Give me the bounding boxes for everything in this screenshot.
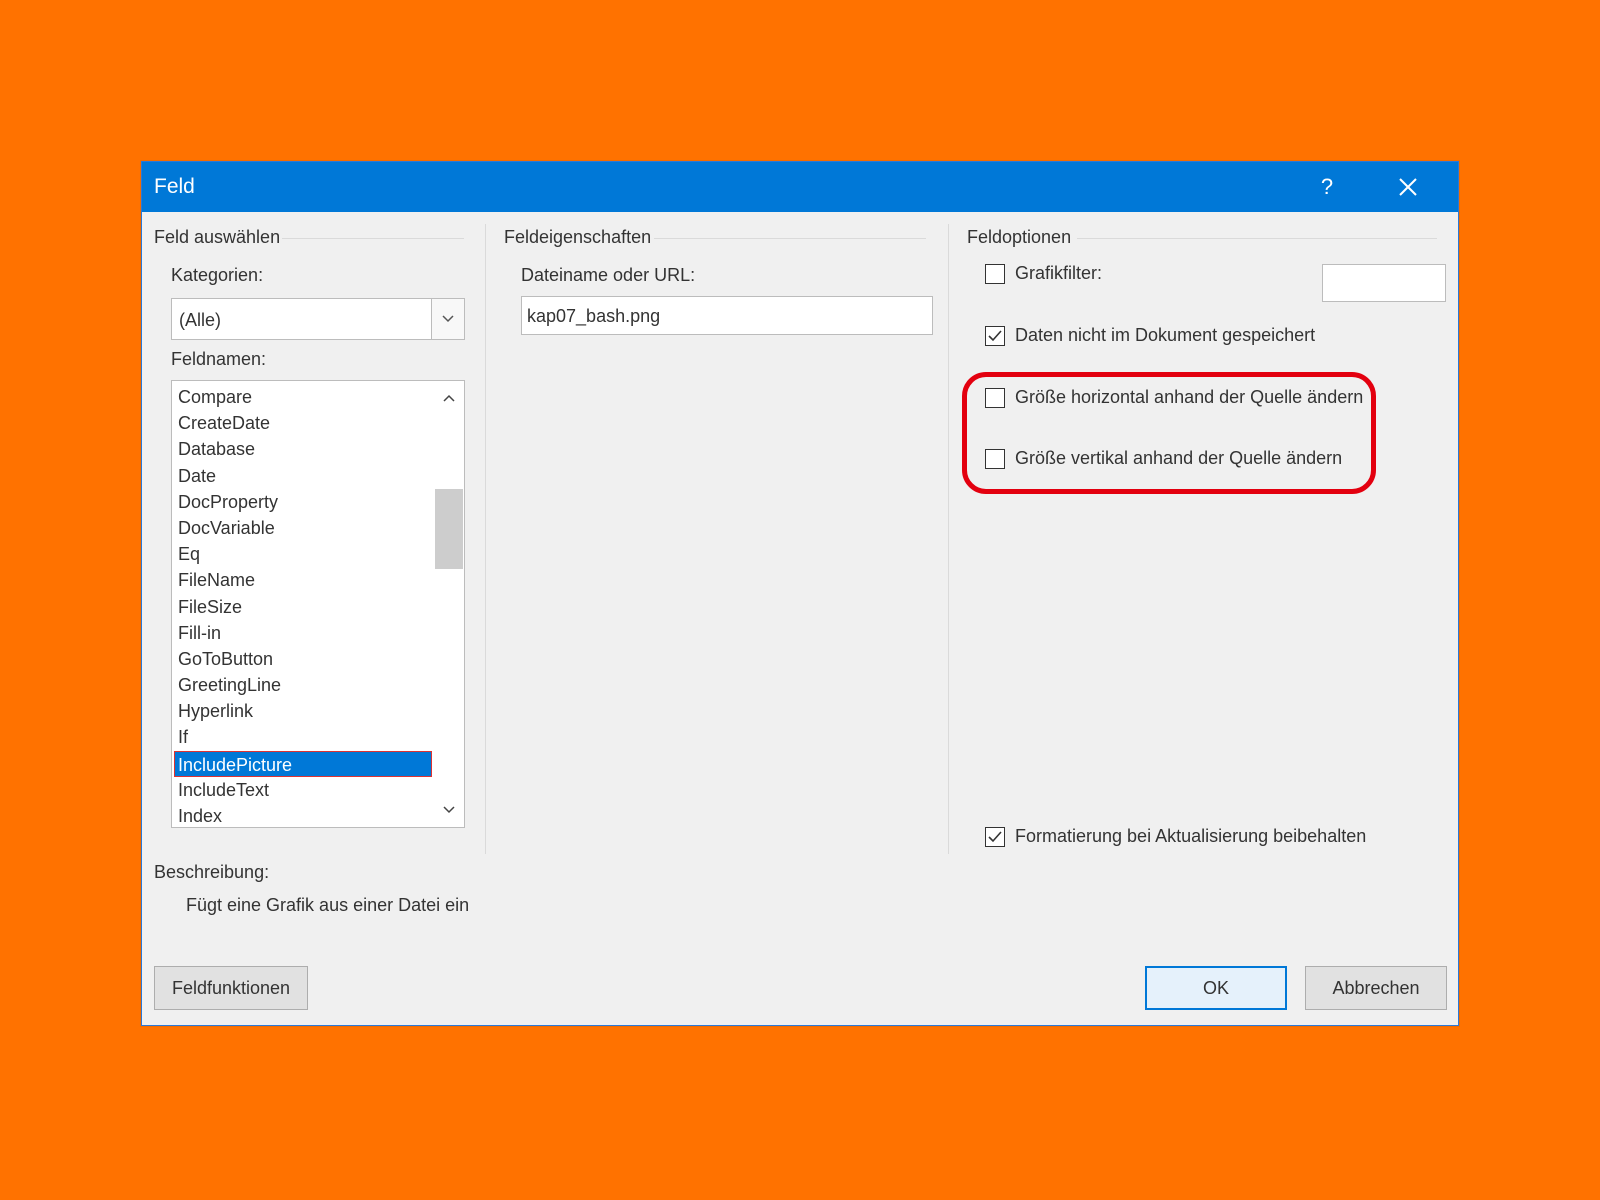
- column-divider: [948, 224, 949, 854]
- section-divider: [282, 238, 464, 239]
- annotation-highlight-ring: [962, 372, 1376, 494]
- chevron-down-icon: [443, 806, 455, 814]
- ok-button[interactable]: OK: [1145, 966, 1287, 1010]
- list-item[interactable]: FileSize: [172, 594, 434, 620]
- title-bar: Feld ?: [142, 162, 1458, 212]
- scroll-up-button[interactable]: [434, 383, 464, 413]
- preserve-formatting-option[interactable]: Formatierung bei Aktualisierung beibehal…: [985, 826, 1366, 847]
- list-item[interactable]: Compare: [172, 384, 434, 410]
- dropdown-button[interactable]: [431, 299, 464, 339]
- options-heading: Feldoptionen: [967, 227, 1072, 247]
- section-divider: [1077, 238, 1437, 239]
- not-stored-label: Daten nicht im Dokument gespeichert: [1015, 325, 1316, 345]
- preserve-formatting-checkbox[interactable]: [985, 826, 1005, 847]
- list-item[interactable]: IncludeText: [172, 777, 434, 803]
- list-item[interactable]: IncludePicture: [174, 750, 432, 777]
- field-codes-button[interactable]: Feldfunktionen: [154, 966, 308, 1010]
- categories-label: Kategorien:: [171, 265, 264, 285]
- help-button[interactable]: ?: [1302, 162, 1352, 212]
- list-item[interactable]: FileName: [172, 567, 434, 593]
- list-item[interactable]: DocVariable: [172, 515, 434, 541]
- checkmark-icon: [988, 830, 1002, 842]
- list-item[interactable]: GreetingLine: [172, 672, 434, 698]
- scroll-thumb[interactable]: [435, 489, 463, 569]
- graphic-filter-input[interactable]: [1322, 264, 1446, 302]
- filename-input[interactable]: kap07_bash.png: [521, 296, 933, 335]
- close-icon: [1399, 178, 1417, 196]
- description-label: Beschreibung:: [154, 862, 270, 882]
- section-divider: [654, 238, 926, 239]
- list-item[interactable]: Database: [172, 436, 434, 462]
- graphic-filter-checkbox[interactable]: [985, 263, 1005, 284]
- chevron-down-icon: [442, 315, 454, 323]
- checkmark-icon: [988, 329, 1002, 341]
- close-button[interactable]: [1378, 162, 1438, 212]
- scroll-down-button[interactable]: [434, 795, 464, 825]
- chevron-up-icon: [443, 394, 455, 402]
- list-item[interactable]: GoToButton: [172, 646, 434, 672]
- description-text: Fügt eine Grafik aus einer Datei ein: [186, 895, 470, 915]
- list-item[interactable]: CreateDate: [172, 410, 434, 436]
- categories-value: (Alle): [179, 310, 222, 330]
- field-dialog: Feld ? Feld auswählen Kategorien: (Alle)…: [141, 161, 1459, 1026]
- filename-value: kap07_bash.png: [527, 306, 661, 326]
- categories-dropdown[interactable]: (Alle): [171, 298, 465, 340]
- field-list-items: Compare CreateDate Database Date DocProperty…: [172, 384, 434, 827]
- filename-label: Dateiname oder URL:: [521, 265, 696, 285]
- graphic-filter-label: Grafikfilter:: [1015, 263, 1103, 283]
- list-item[interactable]: Date: [172, 463, 434, 489]
- list-item[interactable]: If: [172, 724, 434, 750]
- select-field-heading: Feld auswählen: [154, 227, 281, 247]
- list-item[interactable]: Hyperlink: [172, 698, 434, 724]
- column-divider: [485, 224, 486, 854]
- field-names-label: Feldnamen:: [171, 349, 267, 369]
- list-scrollbar[interactable]: [434, 381, 464, 827]
- list-item[interactable]: Index: [172, 803, 434, 827]
- dialog-title: Feld: [154, 175, 195, 198]
- list-item[interactable]: Fill-in: [172, 620, 434, 646]
- field-names-list[interactable]: Compare CreateDate Database Date DocProperty…: [171, 380, 465, 828]
- not-stored-option[interactable]: Daten nicht im Dokument gespeichert: [985, 325, 1315, 346]
- cancel-button[interactable]: Abbrechen: [1305, 966, 1447, 1010]
- preserve-formatting-label: Formatierung bei Aktualisierung beibehal…: [1015, 826, 1367, 846]
- list-item[interactable]: DocProperty: [172, 489, 434, 515]
- help-icon: ?: [1320, 174, 1334, 199]
- not-stored-checkbox[interactable]: [985, 325, 1005, 346]
- list-item[interactable]: Eq: [172, 541, 434, 567]
- properties-heading: Feldeigenschaften: [504, 227, 652, 247]
- graphic-filter-option[interactable]: Grafikfilter:: [985, 263, 1102, 284]
